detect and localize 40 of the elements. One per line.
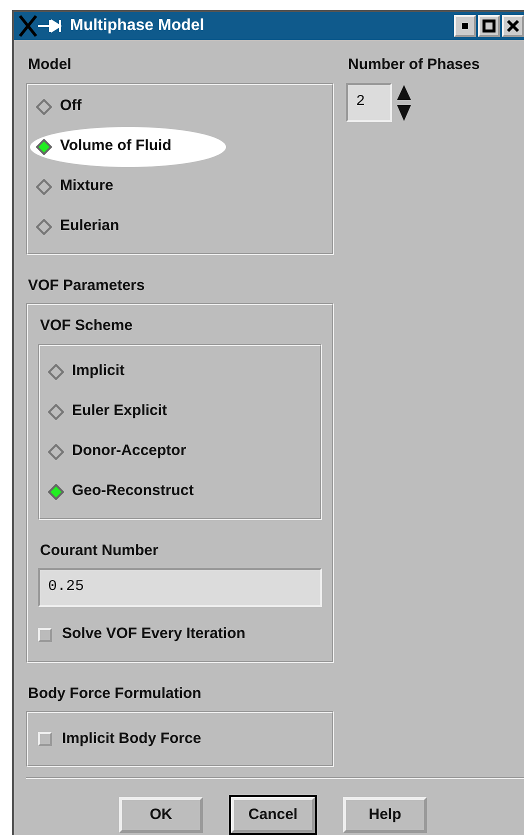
radio-label[interactable]: Volume of Fluid [60, 135, 172, 158]
minimize-icon [461, 22, 469, 30]
radio-label[interactable]: Geo-Reconstruct [72, 480, 194, 503]
checkbox[interactable] [38, 628, 52, 642]
courant-number-field[interactable]: 0.25 [38, 568, 322, 606]
radio-icon[interactable] [48, 364, 64, 380]
section-label: Model [27, 55, 72, 75]
spinner-arrows-icon[interactable] [396, 82, 412, 122]
radio-icon[interactable] [36, 218, 52, 234]
window-title: Multiphase Model [70, 16, 204, 36]
dialog-button[interactable]: Cancel [231, 797, 315, 833]
section-label: VOF Scheme [39, 316, 134, 336]
radio-label[interactable]: Euler Explicit [72, 400, 168, 423]
maximize-icon [482, 19, 496, 33]
section-label: Body Force Formulation [27, 684, 202, 704]
radio-selected-icon[interactable] [36, 138, 52, 154]
radio-icon[interactable] [48, 404, 64, 420]
dialog-button[interactable]: OK [119, 797, 203, 833]
dialog-button[interactable]: Help [343, 797, 427, 833]
close-icon [506, 19, 520, 33]
section-label: VOF Parameters [27, 276, 146, 296]
radio-selected-icon[interactable] [48, 484, 64, 500]
radio-label[interactable]: Off [60, 95, 82, 118]
checkbox[interactable] [38, 732, 52, 746]
checkbox-label[interactable]: Solve VOF Every Iteration [62, 623, 246, 646]
checkbox-label[interactable]: Implicit Body Force [62, 728, 202, 750]
radio-label[interactable]: Implicit [72, 360, 125, 383]
radio-label[interactable]: Eulerian [60, 215, 120, 238]
phases-field[interactable]: 2 [346, 83, 392, 122]
close-button[interactable] [502, 15, 524, 37]
radio-label[interactable]: Mixture [60, 175, 114, 198]
radio-icon[interactable] [36, 178, 52, 194]
app-icon [18, 15, 64, 37]
maximize-button[interactable] [478, 15, 500, 37]
radio-label[interactable]: Donor-Acceptor [72, 440, 186, 463]
field-label: Courant Number [39, 540, 160, 560]
minimize-button[interactable] [454, 15, 476, 37]
field-label: Number of Phases [347, 55, 480, 75]
radio-icon[interactable] [48, 444, 64, 460]
radio-icon[interactable] [36, 98, 52, 114]
